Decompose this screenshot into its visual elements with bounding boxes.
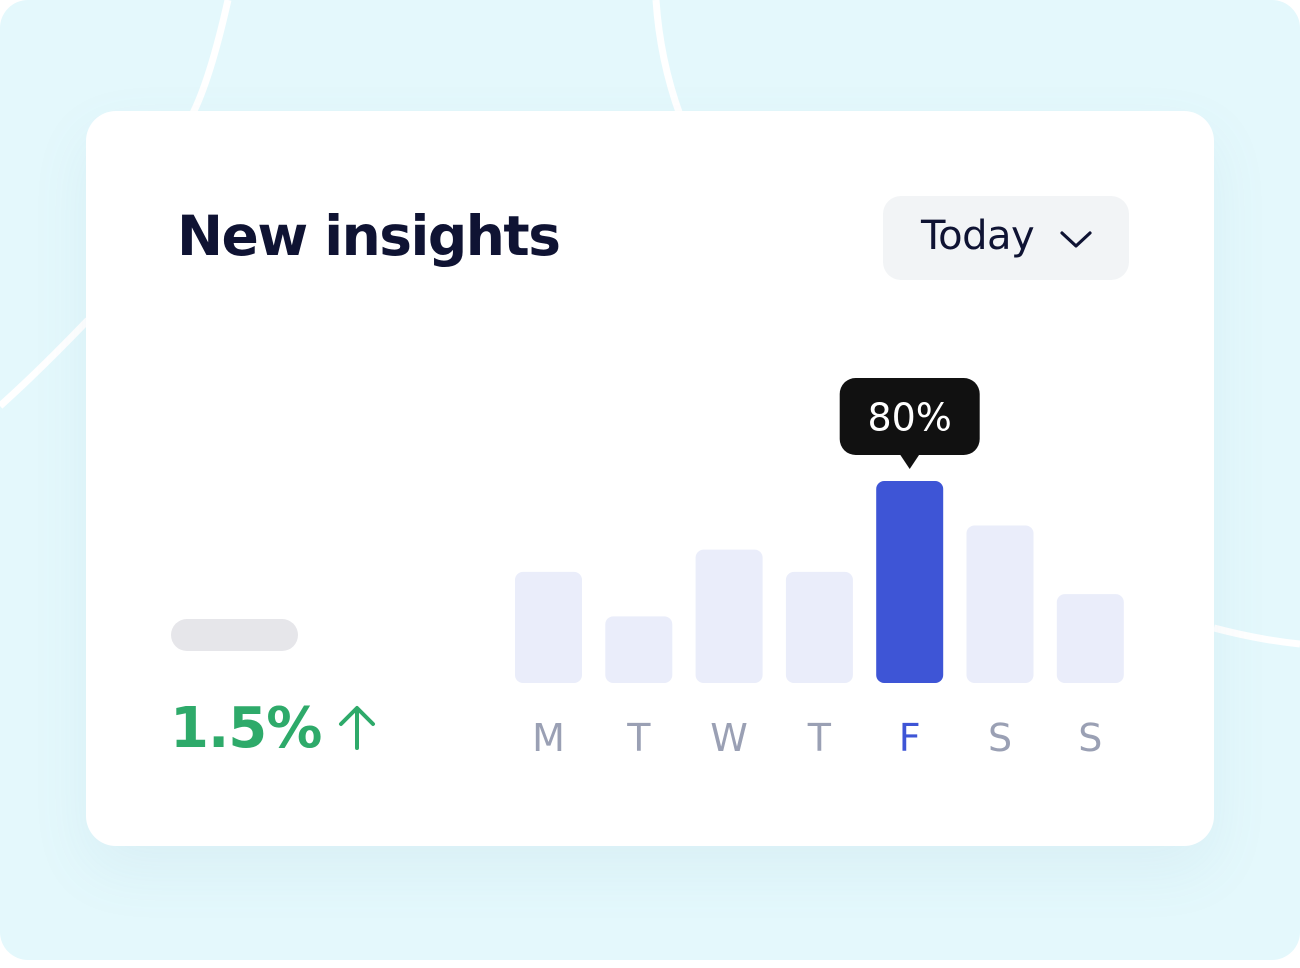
- x-axis-tick-label: S: [1078, 716, 1102, 760]
- x-axis-tick-label: T: [807, 716, 832, 760]
- x-axis-tick-label: F: [899, 716, 921, 760]
- chart-bar[interactable]: [1056, 594, 1124, 683]
- weekly-bar-chart: M T W T F 80% S S: [515, 378, 1124, 760]
- chart-bar[interactable]: [785, 571, 853, 683]
- chart-bar[interactable]: [515, 571, 582, 683]
- x-axis-tick-label: S: [988, 716, 1012, 760]
- chart-bar[interactable]: [605, 616, 673, 683]
- chart-bar[interactable]: [966, 525, 1034, 683]
- x-axis-tick-label: T: [626, 716, 651, 760]
- chart-bar[interactable]: [695, 549, 763, 683]
- chart-tooltip-value: 80%: [867, 396, 951, 440]
- chart-bar-highlighted[interactable]: [876, 481, 944, 683]
- page-background: New insights Today 1.5% M T W T F 80% S S: [0, 0, 1300, 960]
- x-axis-tick-label: W: [710, 716, 748, 760]
- chart-tooltip: 80%: [839, 378, 980, 469]
- x-axis-tick-label: M: [532, 716, 565, 760]
- insights-card: New insights Today 1.5% M T W T F 80% S S: [86, 111, 1214, 846]
